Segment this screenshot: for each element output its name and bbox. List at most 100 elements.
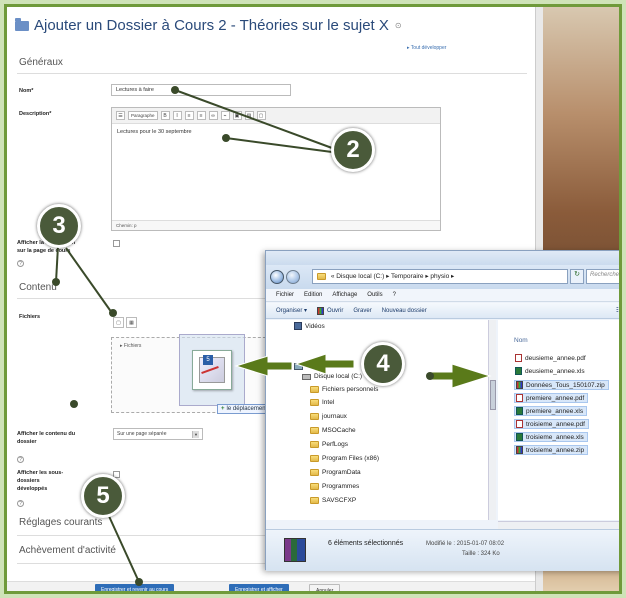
media-icon[interactable]: ▤ xyxy=(244,111,254,120)
menu-tools[interactable]: Outils xyxy=(367,292,382,298)
nav-item-folder[interactable]: Programmes xyxy=(310,483,359,490)
nav-item-folder[interactable]: ProgramData xyxy=(310,469,361,476)
cancel-button[interactable]: Annuler xyxy=(309,584,341,591)
expand-all-link[interactable]: ▸ Tout développer xyxy=(407,45,446,51)
excel-file-icon xyxy=(516,433,523,441)
zip-file-icon xyxy=(516,381,523,389)
file-item-selected[interactable]: troisieme_annee.pdf xyxy=(514,419,589,429)
editor-path: Chemin: p xyxy=(112,220,440,230)
section-content-heading[interactable]: Contenu xyxy=(19,282,57,293)
back-button-icon[interactable] xyxy=(270,270,284,284)
menu-file[interactable]: Fichier xyxy=(276,292,294,298)
section-restrictions-heading[interactable]: Réglages courants xyxy=(19,517,102,528)
search-input[interactable]: Rechercher xyxy=(586,269,619,284)
image-icon[interactable]: ▣ xyxy=(232,111,242,120)
expand-subfolders-label: Afficher les sous-dossiers développés xyxy=(17,470,64,492)
section-completion-heading[interactable]: Achèvement d'activité xyxy=(19,545,116,556)
toolbar-toggle-icon[interactable]: ☰ xyxy=(116,111,125,120)
link-icon[interactable]: ∞ xyxy=(208,111,218,120)
folder-icon xyxy=(310,497,319,504)
unlink-icon[interactable]: ⌁ xyxy=(220,111,230,120)
paragraph-select[interactable]: Paragraphe xyxy=(128,111,158,120)
display-select[interactable]: Sur une page séparée ▼ xyxy=(113,428,203,440)
view-options-icon[interactable]: ☷ ▾ xyxy=(616,307,619,314)
file-item[interactable]: deusieme_annee.xls xyxy=(514,367,588,375)
nav-item-local-disk[interactable]: Disque local (C:) xyxy=(302,373,362,380)
forward-button-icon[interactable] xyxy=(286,270,300,284)
help-icon[interactable]: ? xyxy=(17,260,24,267)
file-item-selected[interactable]: troisieme_annee.xls xyxy=(514,432,588,442)
pdf-file-icon xyxy=(515,354,522,362)
nav-item-computer[interactable]: Ordinateur xyxy=(294,363,337,370)
create-folder-icon[interactable]: ▦ xyxy=(126,317,137,328)
bold-icon[interactable]: B xyxy=(160,111,170,120)
folder-icon xyxy=(310,399,319,406)
help-icon[interactable]: ⊙ xyxy=(395,21,402,30)
folder-icon xyxy=(310,483,319,490)
menu-view[interactable]: Affichage xyxy=(332,292,357,298)
editor-toolbar: ☰ Paragraphe B I ≡ ≡ ∞ ⌁ ▣ ▤ ▢ xyxy=(112,108,440,124)
computer-icon xyxy=(294,363,303,370)
drive-icon xyxy=(302,373,311,380)
help-icon[interactable]: ? xyxy=(17,456,24,463)
menu-edit[interactable]: Edition xyxy=(304,292,322,298)
nav-item-folder[interactable]: Intel xyxy=(310,399,334,406)
editor-content[interactable]: Lectures pour le 30 septembre xyxy=(117,129,192,135)
explorer-titlebar[interactable] xyxy=(266,251,619,265)
description-editor[interactable]: ☰ Paragraphe B I ≡ ≡ ∞ ⌁ ▣ ▤ ▢ Lectures … xyxy=(111,107,441,231)
add-file-icon[interactable]: ▢ xyxy=(113,317,124,328)
pdf-file-icon xyxy=(516,420,523,428)
drag-tooltip: + le déplacement xyxy=(217,404,272,414)
nav-scrollbar[interactable] xyxy=(488,320,496,520)
excel-file-icon xyxy=(516,407,523,415)
page-title: Ajouter un Dossier à Cours 2 - Théories … xyxy=(15,17,402,34)
dragged-file-icon[interactable]: 5 xyxy=(192,350,232,390)
winrar-archive-icon xyxy=(284,538,306,562)
section-general-heading[interactable]: Généraux xyxy=(19,57,63,68)
files-tree-root[interactable]: ▸ Fichiers xyxy=(120,343,141,349)
column-header-name[interactable]: Nom xyxy=(514,337,528,344)
address-bar[interactable]: « Disque local (C:) ▸ Temporaire ▸ physi… xyxy=(312,269,568,284)
bullet-list-icon[interactable]: ≡ xyxy=(184,111,194,120)
show-description-checkbox[interactable] xyxy=(113,240,120,247)
help-icon[interactable]: ? xyxy=(17,500,24,507)
step-3-marker: 3 xyxy=(37,204,81,248)
files-toolbar: ▢ ▦ xyxy=(113,317,137,328)
refresh-icon[interactable]: ↻ xyxy=(570,269,584,284)
name-input[interactable]: Lectures à faire xyxy=(111,84,291,96)
open-button[interactable]: Ouvrir xyxy=(317,306,343,315)
nav-item-folder[interactable]: Program Files (x86) xyxy=(310,455,379,462)
nav-item-folder[interactable]: SAVSCFXP xyxy=(310,497,356,504)
step-5-marker: 5 xyxy=(81,474,125,518)
menu-help[interactable]: ? xyxy=(393,292,396,298)
numbered-list-icon[interactable]: ≡ xyxy=(196,111,206,120)
italic-icon[interactable]: I xyxy=(172,111,182,120)
nav-item-videos[interactable]: Vidéos xyxy=(294,322,325,330)
callout-dot xyxy=(52,278,60,286)
organize-button[interactable]: Organiser ▾ xyxy=(276,307,307,314)
divider xyxy=(17,298,267,299)
save-return-button[interactable]: Enregistrer et revenir au cours xyxy=(95,584,175,591)
nav-item-folder[interactable]: PerfLogs xyxy=(310,441,348,448)
scrollbar-thumb[interactable] xyxy=(490,380,496,410)
burn-button[interactable]: Graver xyxy=(353,308,371,314)
folder-icon xyxy=(15,17,29,31)
file-item-selected[interactable]: premiere_annee.xls xyxy=(514,406,588,416)
nav-item-folder[interactable]: Fichiers personnels xyxy=(310,386,378,393)
folder-icon xyxy=(310,427,319,434)
file-explorer-window[interactable]: « Disque local (C:) ▸ Temporaire ▸ physi… xyxy=(265,250,619,571)
nav-item-folder[interactable]: journaux xyxy=(310,413,347,420)
explorer-status-bar: 6 éléments sélectionnés Modifié le : 201… xyxy=(266,529,619,571)
file-manager-icon[interactable]: ▢ xyxy=(256,111,266,120)
zip-file-icon xyxy=(516,446,523,454)
new-folder-button[interactable]: Nouveau dossier xyxy=(382,308,427,314)
save-display-button[interactable]: Enregistrer et afficher xyxy=(229,584,289,591)
file-item-selected[interactable]: premiere_annee.pdf xyxy=(514,393,589,403)
file-list-scrollbar[interactable] xyxy=(498,521,619,529)
file-item-selected[interactable]: troisieme_annee.zip xyxy=(514,445,589,455)
files-label: Fichiers xyxy=(19,314,41,320)
file-item[interactable]: deusieme_annee.pdf xyxy=(514,354,589,362)
nav-item-folder[interactable]: MSOCache xyxy=(310,427,356,434)
file-item-selected[interactable]: Données_Tous_150107.zip xyxy=(514,380,609,390)
callout-dot xyxy=(135,578,143,586)
